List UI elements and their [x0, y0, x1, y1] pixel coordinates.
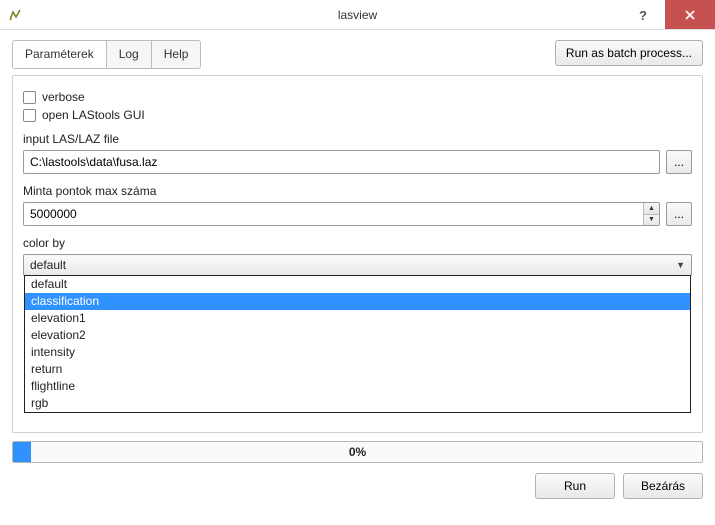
verbose-checkbox[interactable] [23, 91, 36, 104]
progress-fill [13, 442, 31, 462]
progress-bar: 0% [12, 441, 703, 463]
open-gui-label: open LAStools GUI [42, 108, 145, 122]
input-file-label: input LAS/LAZ file [23, 132, 692, 146]
color-by-selected-value: default [30, 258, 66, 272]
color-by-option-rgb[interactable]: rgb [25, 395, 690, 412]
tab-help[interactable]: Help [152, 41, 201, 68]
color-by-label: color by [23, 236, 692, 250]
run-batch-button[interactable]: Run as batch process... [555, 40, 703, 66]
max-points-step-up[interactable]: ▲ [643, 203, 659, 215]
color-by-dropdown: default classification elevation1 elevat… [24, 275, 691, 413]
app-icon [0, 7, 30, 23]
tab-parameters[interactable]: Paraméterek [13, 41, 107, 69]
open-gui-checkbox[interactable] [23, 109, 36, 122]
titlebar-help-button[interactable]: ? [620, 0, 665, 29]
max-points-label: Minta pontok max száma [23, 184, 692, 198]
run-button[interactable]: Run [535, 473, 615, 499]
titlebar-close-button[interactable] [665, 0, 715, 29]
tab-log[interactable]: Log [107, 41, 152, 68]
parameters-panel: verbose open LAStools GUI input LAS/LAZ … [12, 75, 703, 433]
tab-bar: Paraméterek Log Help [12, 40, 201, 69]
color-by-option-elevation1[interactable]: elevation1 [25, 310, 690, 327]
chevron-down-icon: ▼ [676, 260, 685, 270]
input-file-field[interactable] [23, 150, 660, 174]
max-points-field[interactable] [23, 202, 660, 226]
color-by-combobox[interactable]: default ▼ default classification elevati… [23, 254, 692, 276]
color-by-option-classification[interactable]: classification [25, 293, 690, 310]
input-file-browse-button[interactable]: ... [666, 150, 692, 174]
color-by-option-elevation2[interactable]: elevation2 [25, 327, 690, 344]
progress-label: 0% [349, 445, 366, 459]
verbose-label: verbose [42, 90, 85, 104]
color-by-option-flightline[interactable]: flightline [25, 378, 690, 395]
max-points-step-down[interactable]: ▼ [643, 215, 659, 226]
window-title: lasview [0, 8, 715, 22]
color-by-option-intensity[interactable]: intensity [25, 344, 690, 361]
color-by-option-return[interactable]: return [25, 361, 690, 378]
max-points-more-button[interactable]: ... [666, 202, 692, 226]
svg-text:?: ? [639, 9, 647, 21]
color-by-option-default[interactable]: default [25, 276, 690, 293]
titlebar: lasview ? [0, 0, 715, 30]
close-button[interactable]: Bezárás [623, 473, 703, 499]
